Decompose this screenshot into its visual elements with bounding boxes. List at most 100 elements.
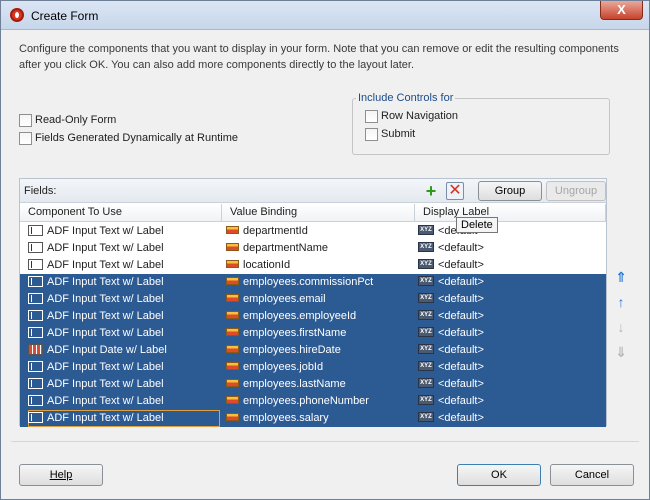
component-cell[interactable]: ADF Input Text w/ Label xyxy=(28,223,220,240)
component-cell[interactable]: ADF Input Text w/ Label xyxy=(28,291,220,308)
move-up-icon[interactable]: ↑ xyxy=(613,294,629,310)
table-row[interactable]: ADF Input Text w/ Label employees.email XY… xyxy=(20,291,606,308)
value-binding-cell[interactable]: employees.employeeId xyxy=(226,308,412,325)
component-cell[interactable]: ADF Input Text w/ Label xyxy=(28,359,220,376)
component-text: ADF Input Text w/ Label xyxy=(47,276,164,288)
move-bottom-icon[interactable]: ⇓ xyxy=(613,344,629,360)
value-binding-cell[interactable]: employees.jobId xyxy=(226,359,412,376)
table-row[interactable]: ADF Input Text w/ Label departmentId XYZ<d… xyxy=(20,223,606,240)
display-label-cell[interactable]: XYZ<default> xyxy=(418,359,604,376)
fields-toolbar: Fields: + ✕ Group Ungroup xyxy=(20,179,606,203)
display-label-cell[interactable]: XYZ<default> xyxy=(418,223,604,240)
binding-icon xyxy=(226,379,239,388)
display-label-text: <default> xyxy=(438,259,484,271)
move-top-icon[interactable]: ⇑ xyxy=(613,269,629,285)
column-value-binding[interactable]: Value Binding xyxy=(222,204,415,222)
component-cell[interactable]: ADF Input Text w/ Label xyxy=(28,308,220,325)
component-cell[interactable]: ADF Input Text w/ Label xyxy=(28,325,220,342)
display-label-cell[interactable]: XYZ<default> xyxy=(418,291,604,308)
binding-text: employees.salary xyxy=(243,412,329,424)
dialog-title: Create Form xyxy=(31,9,99,23)
component-text: ADF Input Date w/ Label xyxy=(47,344,167,356)
input-text-icon xyxy=(28,326,43,338)
display-label-text: <default> xyxy=(438,293,484,305)
include-controls-legend: Include Controls for xyxy=(356,92,456,104)
footer-divider xyxy=(11,441,639,442)
read-only-form-option[interactable]: Read-Only Form xyxy=(19,112,116,128)
binding-icon xyxy=(226,413,239,422)
add-field-icon[interactable]: + xyxy=(422,182,440,200)
ok-button[interactable]: OK xyxy=(457,464,541,486)
display-label-cell[interactable]: XYZ<default> xyxy=(418,240,604,257)
group-button[interactable]: Group xyxy=(478,181,542,201)
binding-text: employees.phoneNumber xyxy=(243,395,369,407)
component-cell[interactable]: ADF Input Text w/ Label xyxy=(28,393,220,410)
value-binding-cell[interactable]: locationId xyxy=(226,257,412,274)
fields-dynamic-checkbox[interactable] xyxy=(19,131,32,145)
close-button[interactable]: X xyxy=(600,1,643,20)
table-row[interactable]: ADF Input Text w/ Label locationId XYZ <def… xyxy=(20,257,606,274)
table-row[interactable]: ADF Input Text w/ Label employees.phoneNu… xyxy=(20,393,606,410)
table-row[interactable]: ADF Input Text w/ Label employees.jobId XY… xyxy=(20,359,606,376)
value-binding-cell[interactable]: employees.commissionPct xyxy=(226,274,412,291)
table-row[interactable]: ADF Input Text w/ Label employees.lastNam… xyxy=(20,376,606,393)
component-cell[interactable]: ADF Input Text w/ Label xyxy=(28,376,220,393)
text-label-icon: XYZ xyxy=(418,310,434,321)
title-bar: Create Form X xyxy=(1,1,649,30)
binding-text: employees.firstName xyxy=(243,327,347,339)
display-label-text: <default> xyxy=(438,310,484,322)
column-component[interactable]: Component To Use xyxy=(20,204,222,222)
cancel-button[interactable]: Cancel xyxy=(550,464,634,486)
display-label-text: <default> xyxy=(438,327,484,339)
display-label-cell[interactable]: XYZ <default> xyxy=(418,257,604,274)
row-navigation-checkbox[interactable] xyxy=(365,109,378,123)
component-cell[interactable]: ADF Input Text w/ Label xyxy=(28,257,220,274)
display-label-text: <default> xyxy=(438,412,484,424)
table-row[interactable]: ADF Input Text w/ Label employees.employe… xyxy=(20,308,606,325)
table-row[interactable]: ADF Input Text w/ Label employees.salary X… xyxy=(20,410,606,427)
column-display-label[interactable]: Display Label xyxy=(415,204,606,222)
read-only-form-checkbox[interactable] xyxy=(19,113,32,127)
component-cell[interactable]: ADF Input Text w/ Label xyxy=(28,274,220,291)
row-navigation-option[interactable]: Row Navigation xyxy=(365,108,458,124)
value-binding-cell[interactable]: employees.email xyxy=(226,291,412,308)
submit-checkbox[interactable] xyxy=(365,127,378,141)
table-row[interactable]: ADF Input Date w/ Label employees.hireDat… xyxy=(20,342,606,359)
delete-field-icon[interactable]: ✕ xyxy=(446,182,464,200)
binding-icon xyxy=(226,243,239,252)
value-binding-cell[interactable]: departmentId xyxy=(226,223,412,240)
value-binding-cell[interactable]: employees.phoneNumber xyxy=(226,393,412,410)
text-label-icon: XYZ xyxy=(418,259,434,270)
table-row[interactable]: ADF Input Text w/ Label employees.firstNa… xyxy=(20,325,606,342)
component-cell[interactable]: ADF Input Date w/ Label xyxy=(28,342,220,359)
input-text-icon xyxy=(28,360,43,372)
value-binding-cell[interactable]: employees.firstName xyxy=(226,325,412,342)
display-label-cell[interactable]: XYZ<default> xyxy=(418,342,604,359)
component-cell[interactable]: ADF Input Text w/ Label xyxy=(28,240,220,257)
display-label-cell[interactable]: XYZ<default> xyxy=(418,410,604,427)
binding-icon xyxy=(226,277,239,286)
input-text-icon xyxy=(28,377,43,389)
fields-dynamic-option[interactable]: Fields Generated Dynamically at Runtime xyxy=(19,130,238,146)
table-row[interactable]: ADF Input Text w/ Label employees.commiss… xyxy=(20,274,606,291)
display-label-text: <default> xyxy=(438,395,484,407)
display-label-cell[interactable]: XYZ<default> xyxy=(418,274,604,291)
value-binding-cell[interactable]: employees.salary xyxy=(226,410,412,427)
value-binding-cell[interactable]: employees.hireDate xyxy=(226,342,412,359)
value-binding-cell[interactable]: departmentName xyxy=(226,240,412,257)
table-row[interactable]: ADF Input Text w/ Label departmentName XYZ… xyxy=(20,240,606,257)
binding-text: employees.lastName xyxy=(243,378,346,390)
submit-option[interactable]: Submit xyxy=(365,126,415,142)
binding-icon xyxy=(226,328,239,337)
display-label-text: <default> xyxy=(438,378,484,390)
display-label-cell[interactable]: XYZ<default> xyxy=(418,376,604,393)
input-text-icon xyxy=(28,258,43,270)
move-down-icon[interactable]: ↓ xyxy=(613,319,629,335)
display-label-cell[interactable]: XYZ <default> xyxy=(418,308,604,325)
component-cell[interactable]: ADF Input Text w/ Label xyxy=(28,410,220,427)
ungroup-button[interactable]: Ungroup xyxy=(546,181,606,201)
display-label-cell[interactable]: XYZ<default> xyxy=(418,393,604,410)
value-binding-cell[interactable]: employees.lastName xyxy=(226,376,412,393)
display-label-cell[interactable]: XYZ<default> xyxy=(418,325,604,342)
help-button[interactable]: Help xyxy=(19,464,103,486)
